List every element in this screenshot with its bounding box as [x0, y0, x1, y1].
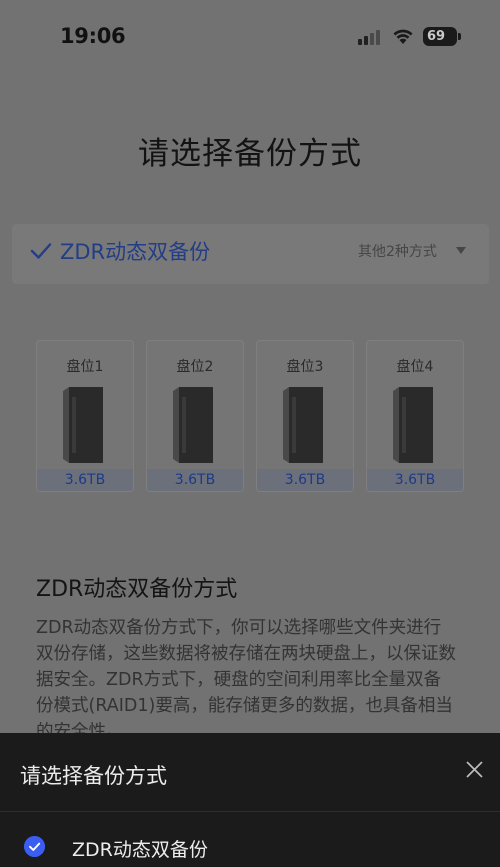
cellular-signal-icon	[358, 29, 380, 45]
battery-level: 69	[427, 29, 446, 44]
other-modes-link[interactable]: 其他2种方式	[358, 241, 437, 261]
battery-icon: 69	[423, 27, 457, 46]
slot-label: 盘位2	[176, 359, 214, 375]
section-description: ZDR动态双备份方式下，你可以选择哪些文件夹进行双份存储，这些数据将被存储在两块…	[36, 618, 456, 742]
hard-drive-icon	[173, 387, 213, 463]
drive-slot-1: 盘位1 3.6TB	[36, 340, 134, 492]
page-title: 请选择备份方式	[138, 136, 362, 172]
section-title: ZDR动态双备份方式	[36, 577, 238, 602]
backup-mode-sheet: 请选择备份方式 ZDR动态双备份	[0, 733, 500, 867]
sheet-divider	[0, 811, 500, 812]
slot-capacity: 3.6TB	[367, 469, 463, 491]
sheet-title: 请选择备份方式	[20, 764, 167, 788]
drive-slots: 盘位1 3.6TB 盘位2 3.6TB 盘位3 3.6TB 盘位4 3.6TB	[36, 340, 464, 492]
slot-label: 盘位4	[396, 359, 434, 375]
battery-cap	[458, 33, 461, 40]
drive-slot-3: 盘位3 3.6TB	[256, 340, 354, 492]
close-icon[interactable]	[466, 761, 483, 778]
slot-capacity: 3.6TB	[147, 469, 243, 491]
hard-drive-icon	[63, 387, 103, 463]
option-label: ZDR动态双备份	[72, 839, 208, 861]
wifi-icon	[393, 29, 413, 44]
slot-capacity: 3.6TB	[257, 469, 353, 491]
check-icon	[30, 243, 52, 259]
hard-drive-icon	[283, 387, 323, 463]
drive-slot-2: 盘位2 3.6TB	[146, 340, 244, 492]
slot-label: 盘位3	[286, 359, 324, 375]
caret-down-icon[interactable]	[456, 247, 466, 254]
selected-mode-label: ZDR动态双备份	[60, 240, 211, 264]
slot-label: 盘位1	[66, 359, 104, 375]
drive-slot-4: 盘位4 3.6TB	[366, 340, 464, 492]
status-time: 19:06	[60, 24, 126, 48]
slot-capacity: 3.6TB	[37, 469, 133, 491]
status-bar: 19:06 69	[0, 0, 500, 70]
option-zdr[interactable]: ZDR动态双备份	[0, 828, 500, 867]
hard-drive-icon	[393, 387, 433, 463]
radio-checked-icon[interactable]	[24, 836, 45, 857]
